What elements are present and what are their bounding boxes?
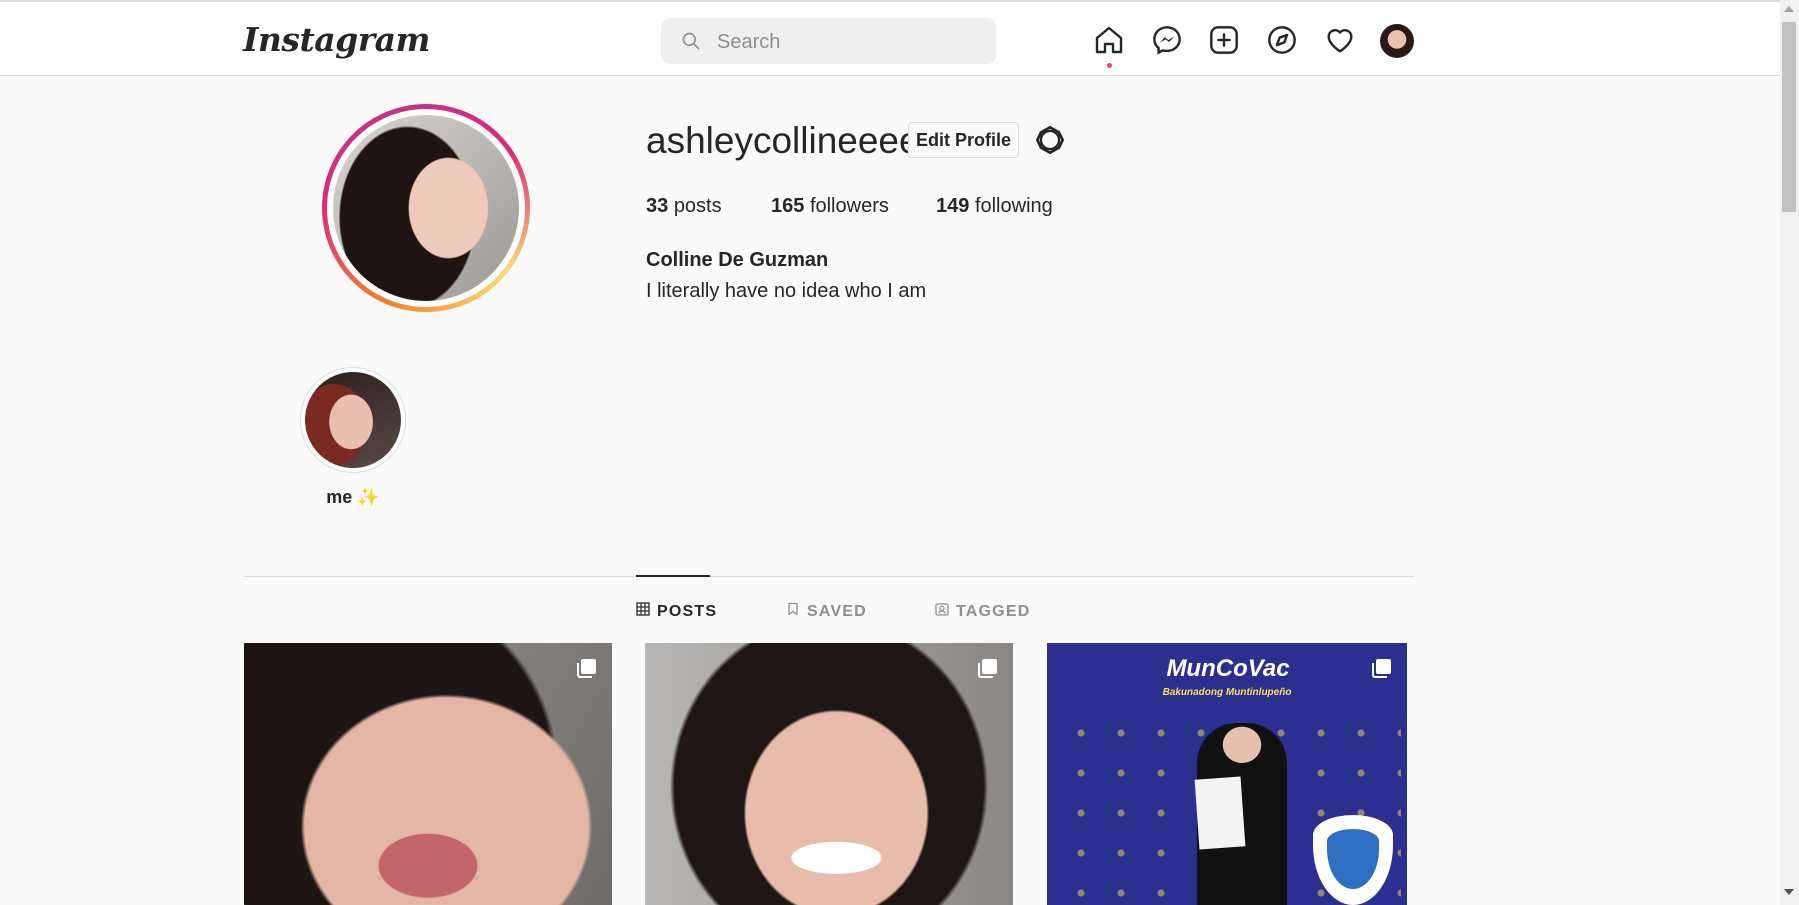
edit-profile-button[interactable]: Edit Profile xyxy=(908,122,1019,158)
followers-count: 165 xyxy=(771,195,805,217)
following-stat[interactable]: 149 following xyxy=(936,195,1053,218)
tab-posts-label: POSTS xyxy=(657,602,718,620)
multiple-photos-icon xyxy=(977,657,999,679)
profile-photo xyxy=(333,115,519,301)
profile-picture[interactable] xyxy=(322,104,530,312)
profile-picture-border xyxy=(327,109,525,307)
bookmark-icon xyxy=(786,602,800,621)
following-label: following xyxy=(974,195,1053,217)
story-highlight[interactable] xyxy=(300,367,406,473)
grid-icon xyxy=(636,602,650,621)
posts-count-stat: 33 posts xyxy=(646,195,722,218)
instagram-logo[interactable]: Instagram xyxy=(243,20,430,59)
followers-label: followers xyxy=(809,195,889,217)
explore-icon[interactable] xyxy=(1266,24,1298,56)
scrollbar-thumb[interactable] xyxy=(1782,22,1796,212)
search-icon xyxy=(681,31,701,51)
multiple-photos-icon xyxy=(1371,657,1393,679)
profile-avatar[interactable] xyxy=(1380,24,1414,58)
profile-full-name: Colline De Guzman xyxy=(646,249,829,271)
followers-stat[interactable]: 165 followers xyxy=(771,195,889,218)
tab-saved[interactable]: SAVED xyxy=(786,602,867,621)
tab-tagged-label: TAGGED xyxy=(956,602,1031,620)
scroll-down-arrow-icon[interactable] xyxy=(1784,889,1794,895)
tab-tagged[interactable]: TAGGED xyxy=(935,602,1030,621)
tab-saved-label: SAVED xyxy=(807,602,867,620)
messenger-icon[interactable] xyxy=(1151,24,1183,56)
settings-gear-icon[interactable] xyxy=(1034,124,1066,156)
search-box[interactable] xyxy=(661,18,996,66)
tabs-divider xyxy=(244,576,1414,577)
profile-bio: I literally have no idea who I am xyxy=(646,280,927,302)
home-icon[interactable] xyxy=(1093,24,1125,56)
story-highlight-label: me ✨ xyxy=(326,487,380,507)
multiple-photos-icon xyxy=(576,657,598,679)
post-banner-text: MunCoVac xyxy=(1166,655,1290,682)
post-banner-subtext: Bakunadong Muntinlupeño xyxy=(1162,687,1292,698)
notification-dot xyxy=(1107,63,1112,68)
profile-username: ashleycollineeee xyxy=(646,120,920,161)
new-post-icon[interactable] xyxy=(1208,24,1240,56)
post-thumbnail[interactable] xyxy=(244,643,612,905)
search-input[interactable] xyxy=(715,18,979,66)
following-count: 149 xyxy=(936,195,970,217)
scroll-up-arrow-icon[interactable] xyxy=(1784,6,1794,12)
post-thumbnail[interactable] xyxy=(645,643,1013,905)
tab-posts[interactable]: POSTS xyxy=(636,602,717,621)
post-thumbnail[interactable]: MunCoVac Bakunadong Muntinlupeño xyxy=(1047,643,1407,905)
top-navigation-bar: Instagram xyxy=(0,0,1780,76)
tagged-icon xyxy=(935,602,949,621)
post-certificate xyxy=(1194,776,1246,850)
posts-count: 33 xyxy=(646,195,669,217)
story-highlight-cover xyxy=(305,372,401,468)
posts-label: posts xyxy=(673,195,722,217)
active-tab-indicator xyxy=(636,575,710,577)
activity-heart-icon[interactable] xyxy=(1324,24,1356,56)
